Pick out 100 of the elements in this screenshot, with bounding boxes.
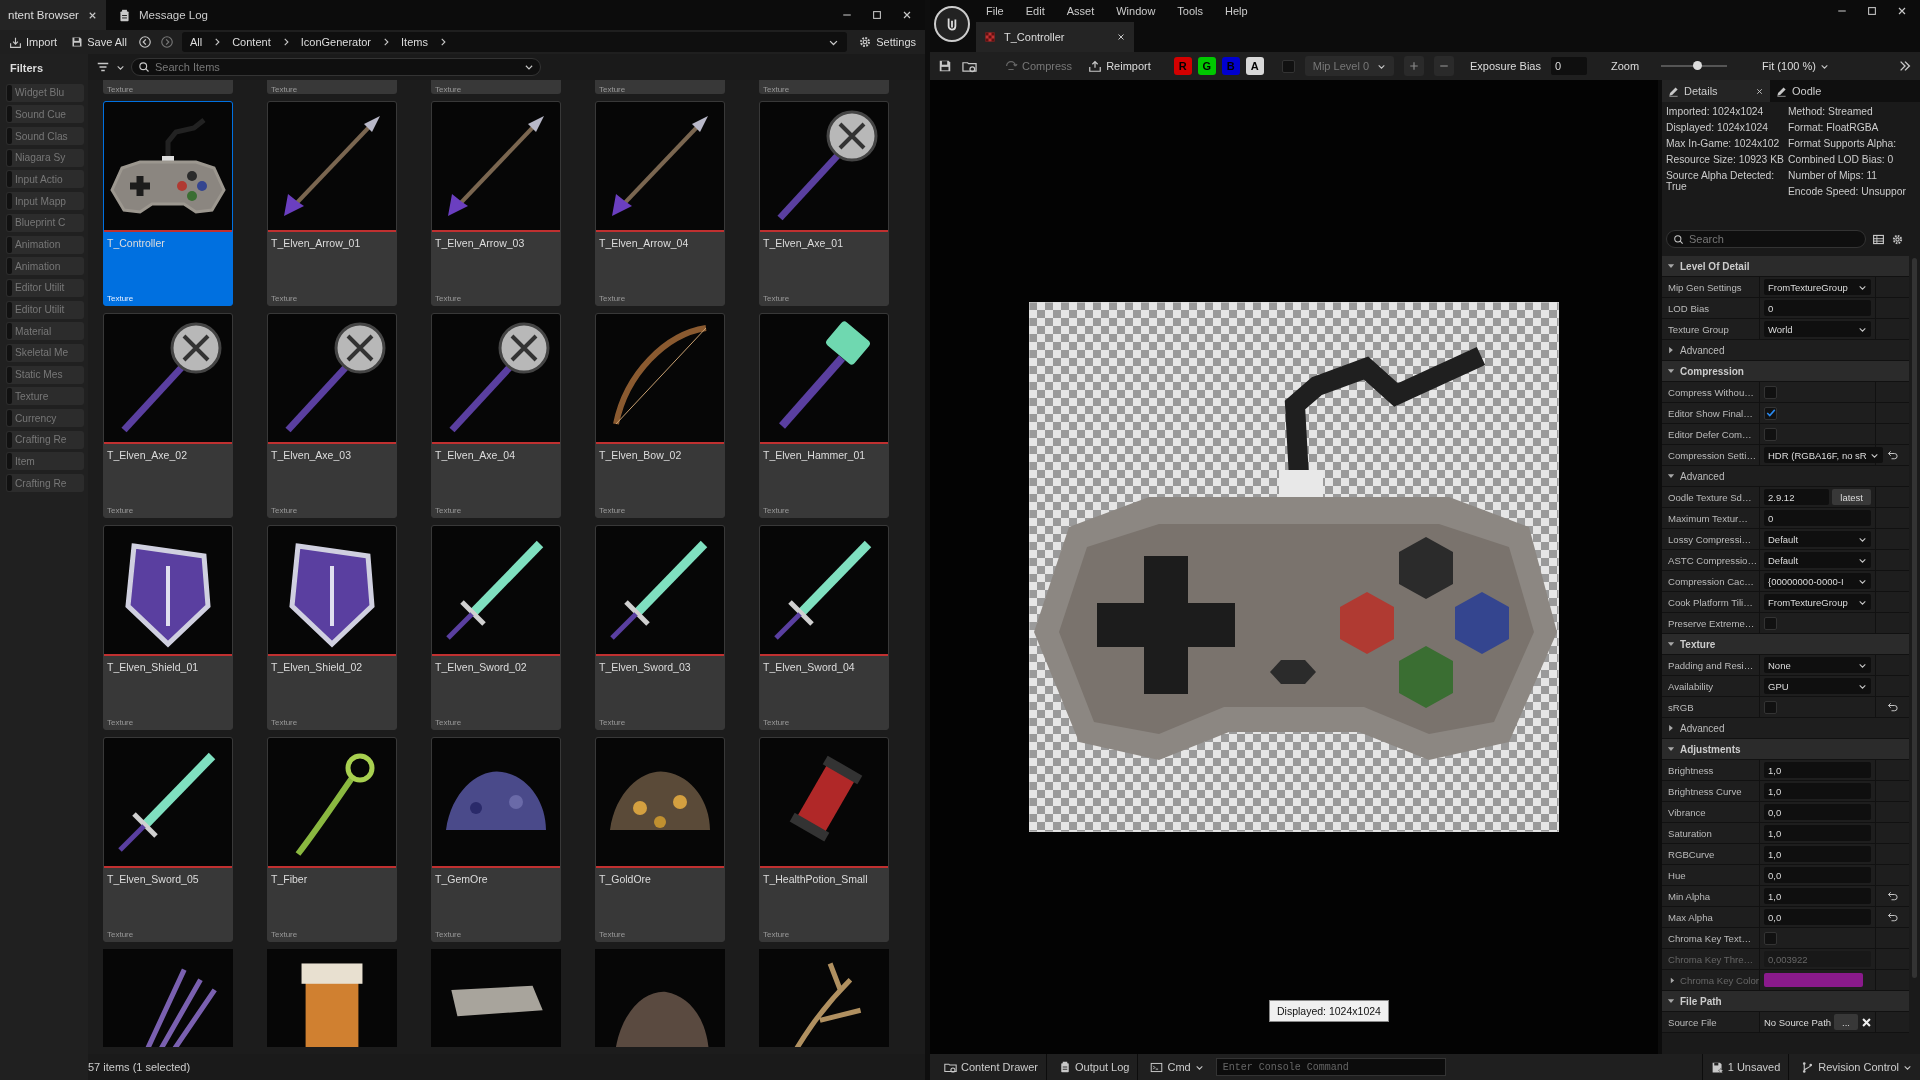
property-input[interactable]: 1,0 — [1764, 762, 1871, 778]
exposure-input[interactable]: 0 — [1550, 57, 1587, 75]
property-dropdown[interactable]: {00000000-0000-I — [1764, 573, 1871, 589]
property-input[interactable]: 0,0 — [1764, 909, 1871, 925]
asset-tile[interactable]: T_Elven_Bow_02 Texture — [595, 313, 725, 518]
panel-tab[interactable]: Oodle — [1770, 80, 1828, 102]
asset-tile[interactable]: T_Elven_Shield_02 Texture — [267, 525, 397, 730]
property-dropdown[interactable]: World — [1764, 321, 1871, 337]
plus-button[interactable] — [1404, 56, 1424, 76]
crate-thumbnail[interactable] — [267, 949, 397, 1047]
reimport-button[interactable]: Reimport — [1085, 57, 1154, 75]
overflow-chevrons-icon[interactable] — [1898, 59, 1912, 73]
import-button[interactable]: Import — [6, 33, 61, 51]
channel-toggle[interactable]: R — [1173, 57, 1192, 75]
category-header[interactable]: Adjustments — [1662, 739, 1909, 760]
menu-item[interactable]: Window — [1116, 5, 1156, 17]
property-input[interactable]: 1,0 — [1764, 783, 1871, 799]
property-dropdown[interactable]: Default — [1764, 552, 1871, 568]
property-input[interactable]: 0 — [1764, 510, 1871, 526]
asset-tile[interactable]: Texture — [759, 80, 889, 94]
group-header[interactable]: Advanced — [1662, 718, 1909, 739]
breadcrumb[interactable]: IconGenerator — [300, 36, 372, 48]
save-icon[interactable] — [938, 59, 952, 73]
property-checkbox[interactable] — [1764, 385, 1777, 399]
clear-icon[interactable] — [1861, 1016, 1872, 1028]
property-input[interactable]: 0 — [1764, 300, 1871, 316]
property-dropdown[interactable]: FromTextureGroup — [1764, 279, 1871, 295]
maximize-icon[interactable] — [1866, 5, 1878, 17]
engine-logo-icon[interactable] — [934, 6, 970, 42]
console-input[interactable]: Enter Console Command — [1222, 1061, 1439, 1073]
rock-pile-thumbnail[interactable] — [595, 949, 725, 1047]
reset-icon[interactable] — [1886, 890, 1899, 902]
browse-button[interactable]: ... — [1834, 1014, 1858, 1030]
property-checkbox[interactable] — [1764, 616, 1777, 630]
property-input[interactable]: 0,0 — [1764, 867, 1871, 883]
menu-item[interactable]: Help — [1225, 5, 1248, 17]
search-field[interactable]: Search — [1666, 230, 1866, 248]
breadcrumb[interactable]: All — [189, 36, 203, 48]
editor-tab[interactable]: T_Controller — [976, 22, 1134, 52]
plant-thumbnail[interactable] — [103, 949, 233, 1047]
property-dropdown[interactable]: GPU — [1764, 678, 1871, 694]
close-icon[interactable] — [1116, 32, 1126, 42]
category-header[interactable]: Compression — [1662, 361, 1909, 382]
asset-tile[interactable]: Texture — [431, 80, 561, 94]
menu-item[interactable]: Asset — [1066, 5, 1095, 17]
latest-button[interactable]: latest — [1832, 489, 1871, 505]
unsaved-button[interactable]: 1 Unsaved — [1701, 1054, 1790, 1080]
asset-tile[interactable]: T_Elven_Axe_03 Texture — [267, 313, 397, 518]
minus-button[interactable] — [1434, 56, 1454, 76]
asset-tile[interactable]: Texture — [595, 80, 725, 94]
asset-tile[interactable]: T_Elven_Arrow_01 Texture — [267, 101, 397, 306]
close-icon[interactable] — [1896, 5, 1908, 17]
slab-thumbnail[interactable] — [431, 949, 561, 1047]
back-icon[interactable] — [137, 35, 152, 49]
property-input[interactable]: 1,0 — [1764, 825, 1871, 841]
search-field[interactable]: Search Items — [131, 58, 541, 76]
asset-tile[interactable]: T_Elven_Axe_01 Texture — [759, 101, 889, 306]
property-input[interactable]: 0,0 — [1764, 804, 1871, 820]
reset-icon[interactable] — [1886, 911, 1899, 923]
category-header[interactable]: Texture — [1662, 634, 1909, 655]
asset-tile[interactable]: T_Elven_Shield_01 Texture — [103, 525, 233, 730]
mip-checkbox[interactable] — [1281, 59, 1295, 73]
category-header[interactable]: File Path — [1662, 991, 1909, 1012]
asset-tile[interactable]: Texture — [103, 80, 233, 94]
asset-tile[interactable]: T_GoldOre Texture — [595, 737, 725, 942]
reset-icon[interactable] — [1886, 449, 1899, 461]
property-dropdown[interactable]: FromTextureGroup — [1764, 594, 1871, 610]
search-input[interactable]: Search Items — [155, 61, 519, 73]
asset-tile[interactable]: T_Elven_Sword_05 Texture — [103, 737, 233, 942]
asset-tile[interactable]: T_Elven_Sword_02 Texture — [431, 525, 561, 730]
group-header[interactable]: Advanced — [1662, 340, 1909, 361]
settings-icon[interactable] — [1891, 232, 1904, 246]
fit-dropdown[interactable]: Fit (100 %) — [1759, 58, 1832, 74]
settings-button[interactable]: Settings — [855, 33, 919, 51]
property-dropdown[interactable]: Default — [1764, 531, 1871, 547]
property-dropdown[interactable]: None — [1764, 657, 1871, 673]
property-dropdown[interactable]: HDR (RGBA16F, no sR — [1764, 447, 1883, 463]
panel-tab[interactable]: Message Log — [109, 0, 216, 30]
close-icon[interactable] — [1755, 86, 1764, 96]
category-header[interactable]: Level Of Detail — [1662, 256, 1909, 277]
menu-item[interactable]: Tools — [1177, 5, 1204, 17]
asset-tile[interactable]: T_HealthPotion_Small Texture — [759, 737, 889, 942]
cmd-dropdown[interactable]: Cmd — [1142, 1054, 1212, 1080]
menu-item[interactable]: File — [986, 5, 1004, 17]
output-log-button[interactable]: Output Log — [1051, 1054, 1139, 1080]
asset-tile[interactable]: T_Elven_Axe_02 Texture — [103, 313, 233, 518]
console-field[interactable]: Enter Console Command — [1215, 1058, 1446, 1076]
asset-tile[interactable]: Texture — [267, 80, 397, 94]
save-all-button[interactable]: Save All — [68, 34, 130, 50]
asset-tile[interactable]: T_GemOre Texture — [431, 737, 561, 942]
filter-icon[interactable] — [96, 60, 110, 74]
maximize-icon[interactable] — [871, 9, 883, 21]
panel-tab[interactable]: ntent Browser — [0, 0, 106, 30]
breadcrumb[interactable]: Content — [232, 36, 271, 48]
reset-icon[interactable] — [1886, 701, 1899, 713]
revision-control-button[interactable]: Revision Control — [1793, 1054, 1920, 1080]
forward-icon[interactable] — [159, 35, 174, 49]
group-header[interactable]: Advanced — [1662, 466, 1909, 487]
close-icon[interactable] — [901, 9, 913, 21]
breadcrumb[interactable]: Items — [401, 36, 428, 48]
